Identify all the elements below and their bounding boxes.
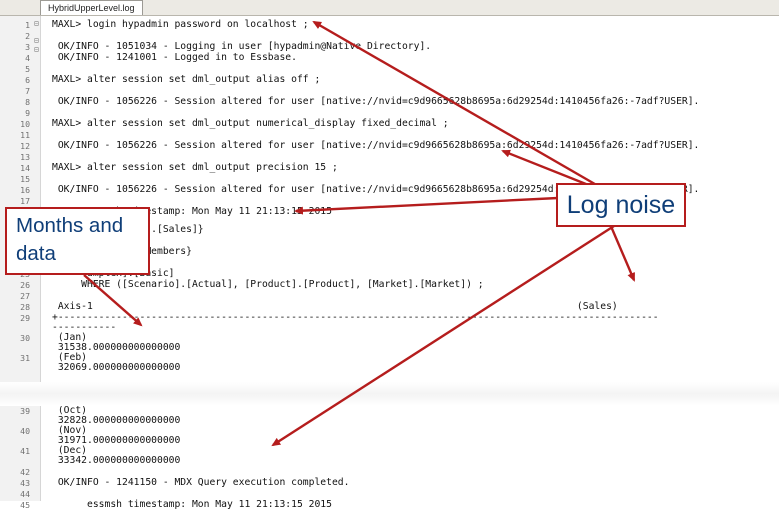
line-number: 45 <box>20 500 30 510</box>
arrow-to-timestamp <box>294 196 559 215</box>
arrow-to-right-side <box>608 223 636 282</box>
log-noise-callout: Log noise <box>556 183 686 227</box>
months-callout-line-1: Months and <box>16 214 124 237</box>
arrow-to-month-data <box>83 274 143 327</box>
arrow-to-login-line <box>312 20 601 189</box>
months-and-data-callout: Months and data <box>5 207 150 275</box>
months-callout-line-2: data <box>16 242 56 265</box>
arrow-to-bottom-lines <box>271 224 615 447</box>
